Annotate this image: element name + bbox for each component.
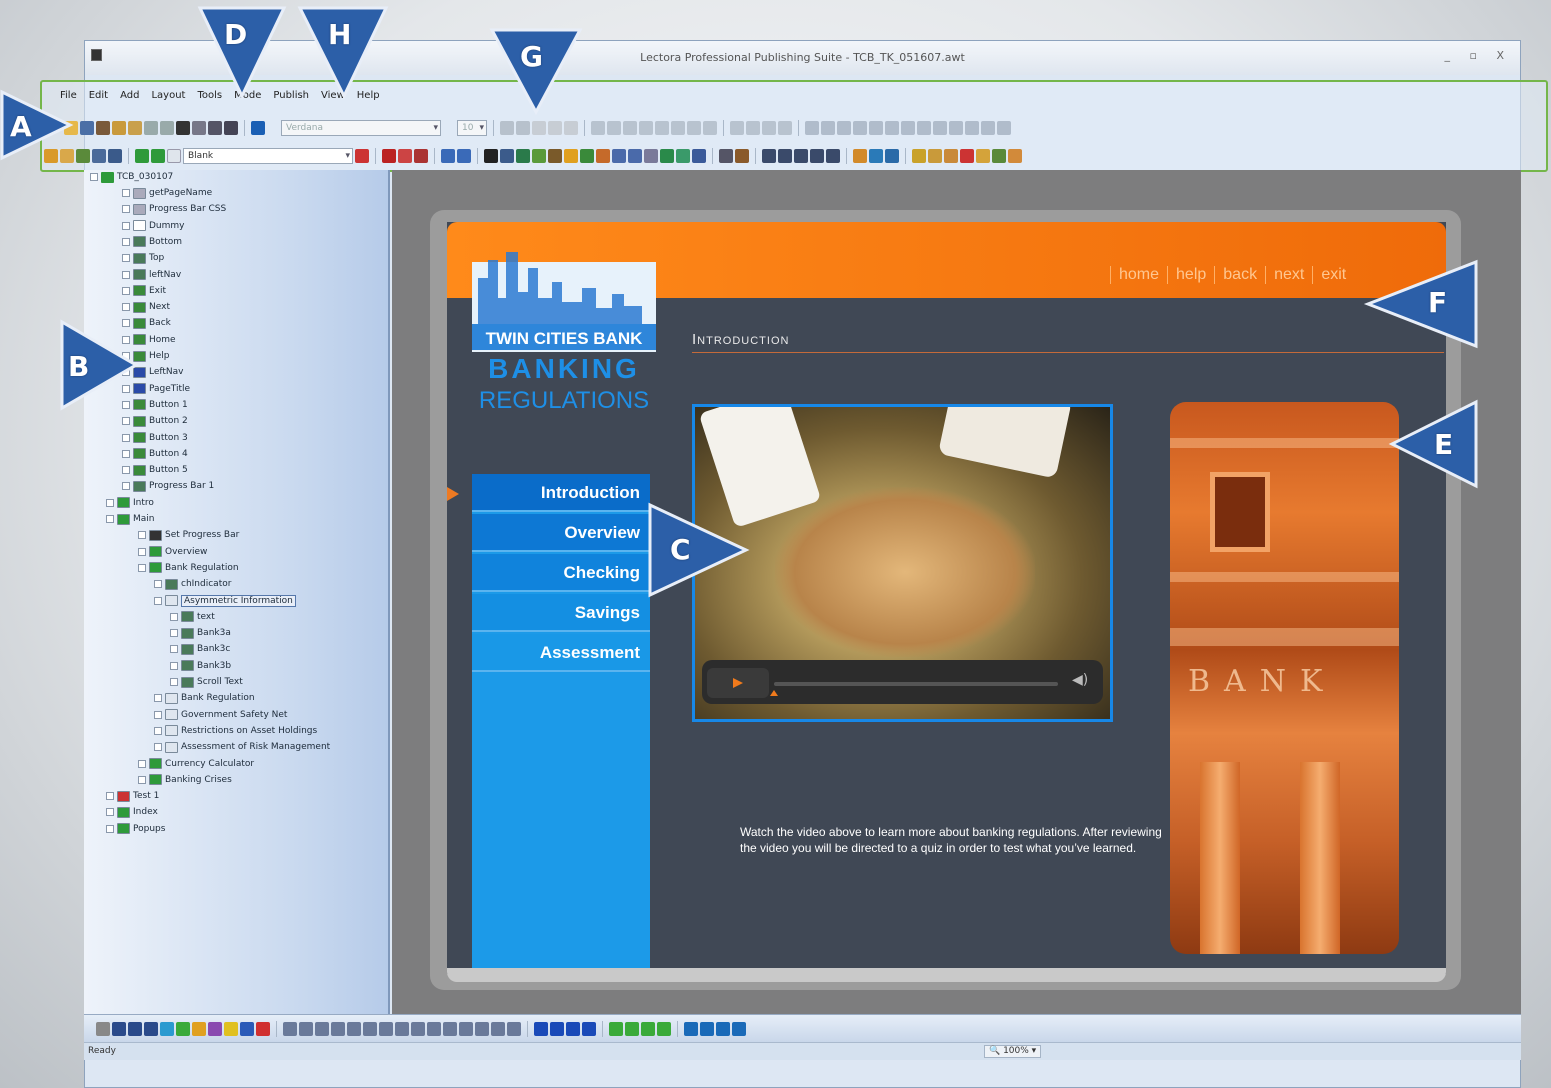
callout-shapes <box>0 6 1478 598</box>
callout-h-label: H <box>328 18 352 51</box>
callout-c-icon <box>648 502 750 598</box>
callout-overlay <box>0 6 1478 598</box>
callout-b-label: B <box>68 350 90 383</box>
callout-a-label: A <box>10 110 32 143</box>
callout-c-label: C <box>670 533 691 566</box>
callout-g-label: G <box>520 40 543 73</box>
callout-d-label: D <box>224 18 248 51</box>
callout-f-icon <box>1363 259 1478 349</box>
callout-e-label: E <box>1434 428 1454 461</box>
callout-f-label: F <box>1428 286 1448 319</box>
